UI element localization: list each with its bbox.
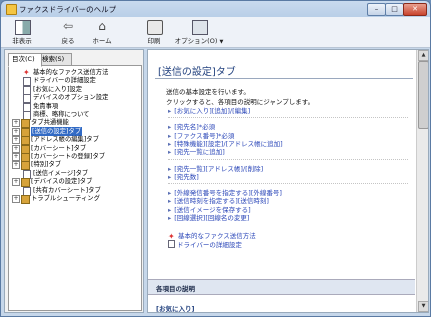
link-group-divider bbox=[168, 117, 408, 119]
scroll-up-button[interactable]: ▲ bbox=[418, 50, 428, 61]
content-pane: [送信の設定]タブ 送信の基本設定を行います。 クリックすると、各項目の説明にジ… bbox=[147, 49, 429, 313]
jump-link[interactable]: ▸ [宛先数] bbox=[168, 171, 199, 181]
window-title: ファクスドライバーのヘルプ bbox=[19, 5, 117, 14]
jump-link[interactable]: ▸ [お気に入り][追加]/[編集] bbox=[168, 105, 250, 115]
vertical-scrollbar[interactable]: ▲ ▼ bbox=[416, 50, 428, 312]
section-header: 各項目の説明 bbox=[148, 279, 415, 295]
expand-icon[interactable]: + bbox=[12, 119, 20, 128]
expand-icon[interactable]: + bbox=[12, 127, 20, 136]
maximize-button[interactable]: □ bbox=[385, 3, 404, 16]
related-link-label: ドライバーの詳細設定 bbox=[177, 241, 242, 250]
star-icon: ✦ bbox=[23, 68, 30, 77]
toolbar: 非表示 ⇦ 戻る ⌂ ホーム 印刷 オプション(O) ▼ bbox=[1, 17, 430, 48]
arrow-icon: ▸ bbox=[168, 148, 172, 157]
minimize-button[interactable]: – bbox=[367, 3, 386, 16]
jump-link-label: [宛先数] bbox=[174, 172, 199, 181]
intro-text-1: 送信の基本設定を行います。 bbox=[166, 88, 250, 96]
back-label: 戻る bbox=[61, 37, 75, 45]
expand-icon[interactable]: + bbox=[12, 195, 20, 203]
options-icon bbox=[192, 20, 208, 35]
hide-pane-icon bbox=[15, 20, 31, 35]
back-button[interactable]: ⇦ 戻る bbox=[51, 19, 85, 45]
expand-icon[interactable]: + bbox=[12, 161, 20, 170]
printer-icon bbox=[147, 20, 163, 35]
jump-link[interactable]: ▸ [回線選択][回線名の変更] bbox=[168, 212, 249, 222]
back-arrow-icon: ⇦ bbox=[62, 19, 74, 33]
scroll-down-button[interactable]: ▼ bbox=[418, 301, 428, 312]
options-button[interactable]: オプション(O) ▼ bbox=[173, 19, 225, 45]
section-heading: 各項目の説明 bbox=[156, 285, 195, 293]
help-app-icon bbox=[6, 4, 17, 15]
arrow-icon: ▸ bbox=[168, 214, 172, 222]
arrow-icon: ▸ bbox=[168, 172, 172, 181]
page-title: [送信の設定]タブ bbox=[158, 67, 236, 78]
jump-link-label: [回線選択][回線名の変更] bbox=[174, 214, 250, 222]
help-window: ファクスドライバーのヘルプ – □ ✕ 非表示 ⇦ 戻る ⌂ ホーム 印刷 オプ… bbox=[0, 0, 431, 317]
tree-item-label: トラブルシューティング bbox=[31, 195, 100, 202]
page-icon bbox=[168, 240, 175, 249]
link-group-divider bbox=[168, 183, 408, 185]
book-icon bbox=[21, 195, 30, 204]
related-link[interactable]: ドライバーの詳細設定 bbox=[168, 239, 242, 249]
print-label: 印刷 bbox=[147, 37, 161, 45]
scroll-thumb[interactable] bbox=[418, 61, 428, 129]
arrow-icon: ▸ bbox=[168, 107, 172, 115]
options-dropdown-icon: ▼ bbox=[219, 39, 224, 45]
contents-tree: ✦ 基本的なファクス送信方法 ドライバーの詳細設定 [お気に入り]設定 デバイスのオプシ… bbox=[8, 65, 142, 311]
expand-icon[interactable]: + bbox=[12, 178, 20, 187]
expand-icon[interactable]: + bbox=[12, 144, 20, 153]
options-label: オプション(O) ▼ bbox=[174, 37, 224, 45]
sub-heading: [お気に入り] bbox=[156, 305, 195, 313]
hide-label: 非表示 bbox=[12, 37, 32, 45]
link-group-divider bbox=[168, 158, 408, 160]
navigation-pane: 目次(C) 検索(S) ✦ 基本的なファクス送信方法 ドライバーの詳細設定 [お気に入… bbox=[4, 49, 144, 313]
close-button[interactable]: ✕ bbox=[403, 3, 427, 16]
expand-icon[interactable]: + bbox=[12, 153, 20, 161]
home-label: ホーム bbox=[92, 37, 112, 45]
expand-icon[interactable]: + bbox=[12, 136, 20, 145]
title-divider bbox=[155, 78, 413, 79]
jump-link-label: [お気に入り][追加]/[編集] bbox=[174, 107, 251, 115]
home-icon: ⌂ bbox=[98, 19, 106, 33]
title-bar[interactable]: ファクスドライバーのヘルプ – □ ✕ bbox=[1, 1, 430, 17]
home-button[interactable]: ⌂ ホーム bbox=[85, 19, 119, 45]
hide-button[interactable]: 非表示 bbox=[5, 19, 39, 45]
print-button[interactable]: 印刷 bbox=[139, 19, 169, 45]
tab-contents[interactable]: 目次(C) bbox=[8, 53, 42, 67]
jump-link[interactable]: ▸ [宛先一覧に追加] bbox=[168, 146, 225, 156]
jump-link-label: [宛先一覧に追加] bbox=[174, 148, 225, 157]
